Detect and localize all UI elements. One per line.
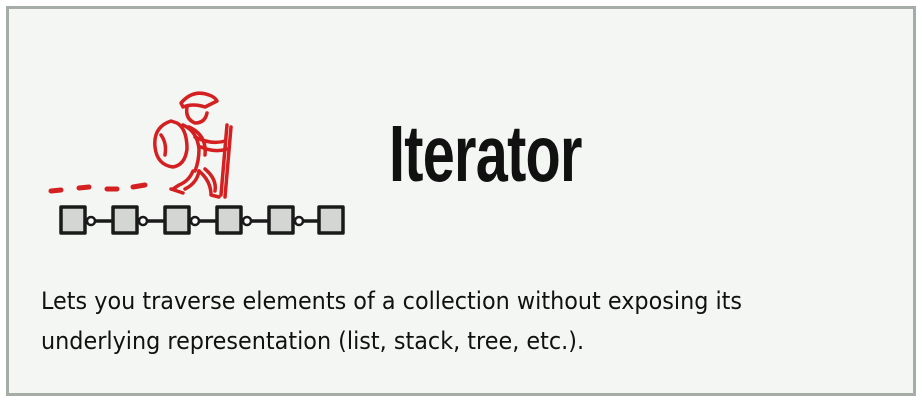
chain-icon	[59, 205, 345, 235]
pattern-card: Iterator Lets you traverse elements of a…	[6, 6, 916, 396]
pattern-title: Iterator	[389, 109, 582, 198]
hiker-on-chain-icon	[48, 91, 345, 235]
hiker-icon	[153, 91, 233, 199]
pattern-description: Lets you traverse elements of a collecti…	[41, 287, 743, 355]
trail-dashes-icon	[48, 182, 148, 194]
